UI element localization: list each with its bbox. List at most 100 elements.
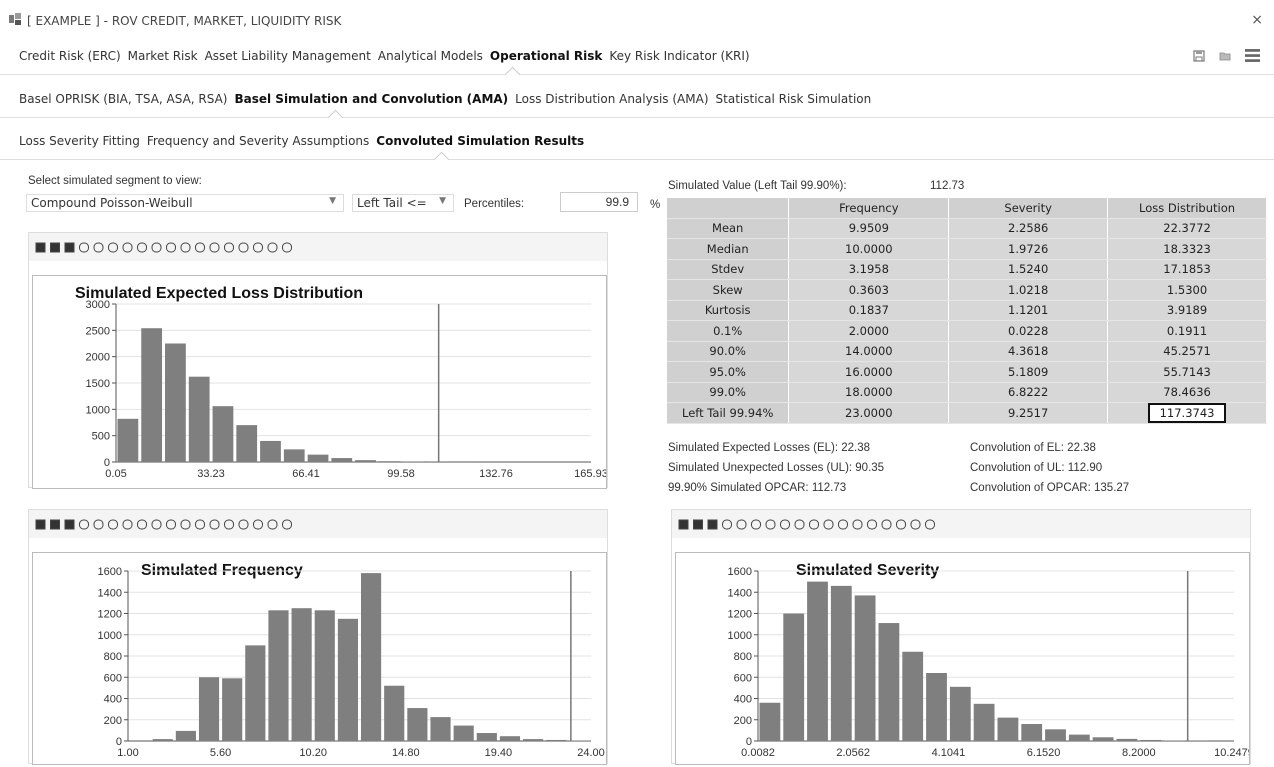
2d-icon[interactable]	[239, 243, 248, 252]
save-icon[interactable]	[1193, 50, 1205, 62]
tab-key-risk-indicator-kri[interactable]: Key Risk Indicator (KRI)	[609, 49, 749, 63]
chart-icon[interactable]	[824, 520, 833, 529]
hand-icon[interactable]	[897, 520, 906, 529]
zoom-in-icon[interactable]	[123, 243, 132, 252]
tail-select[interactable]: Left Tail <= ▼	[352, 194, 454, 212]
y-tick-label: 800	[104, 651, 122, 663]
pan-icon[interactable]	[723, 520, 732, 529]
table-row: 90.0%14.00004.361845.2571	[667, 341, 1267, 362]
open-icon[interactable]	[36, 520, 45, 529]
row-label: Left Tail 99.94%	[667, 403, 789, 424]
settings-icon[interactable]	[268, 243, 277, 252]
copy-image-icon[interactable]	[65, 243, 74, 252]
2d-icon[interactable]	[882, 520, 891, 529]
tab-operational-risk[interactable]: Operational Risk	[490, 49, 602, 63]
layout-icon[interactable]	[210, 520, 219, 529]
histogram-bar	[284, 449, 305, 462]
tab-credit-risk-erc[interactable]: Credit Risk (ERC)	[19, 49, 121, 63]
pan-y-icon[interactable]	[109, 243, 118, 252]
save-icon[interactable]	[51, 520, 60, 529]
chart-icon[interactable]	[196, 520, 205, 529]
severity-chart[interactable]: Simulated Severity0200400600800100012001…	[675, 552, 1250, 765]
table-row: 0.1%2.00000.02280.1911	[667, 321, 1267, 342]
histogram-bar	[260, 441, 281, 462]
frequency-chart[interactable]: Simulated Frequency020040060080010001200…	[32, 552, 607, 765]
pan-x-icon[interactable]	[94, 520, 103, 529]
chart-icon[interactable]	[181, 520, 190, 529]
histogram-bar	[213, 406, 234, 462]
chart-icon[interactable]	[181, 243, 190, 252]
row-label: 95.0%	[667, 362, 789, 383]
menu-icon[interactable]	[1245, 48, 1260, 63]
2d-icon[interactable]	[239, 520, 248, 529]
open-icon[interactable]	[36, 243, 45, 252]
tab-asset-liability-management[interactable]: Asset Liability Management	[205, 49, 371, 63]
copy-image-icon[interactable]	[708, 520, 717, 529]
percentiles-input[interactable]: 99.9	[560, 192, 638, 212]
y-tick-label: 1000	[728, 630, 752, 642]
result-tab-loss-severity-fitting[interactable]: Loss Severity Fitting	[19, 134, 140, 148]
x-tick-label: 0.05	[105, 468, 126, 480]
open-folder-icon[interactable]	[1219, 50, 1231, 62]
frequency-cell: 0.1837	[789, 300, 949, 321]
save-icon[interactable]	[694, 520, 703, 529]
pan-y-icon[interactable]	[109, 520, 118, 529]
save-icon[interactable]	[51, 243, 60, 252]
layout-icon[interactable]	[225, 243, 234, 252]
result-tab-frequency-and-severity-assumptions[interactable]: Frequency and Severity Assumptions	[147, 134, 369, 148]
segment-select[interactable]: Compound Poisson-Weibull ▼	[26, 194, 344, 212]
subtab-basel-oprisk-bia-tsa-asa-rsa[interactable]: Basel OPRISK (BIA, TSA, ASA, RSA)	[19, 92, 227, 106]
sim-value: 112.73	[930, 180, 964, 192]
layout-icon[interactable]	[225, 520, 234, 529]
histogram-bar	[189, 377, 210, 462]
x-tick-label: 2.0562	[836, 747, 870, 759]
hand-icon[interactable]	[254, 520, 263, 529]
layout-icon[interactable]	[868, 520, 877, 529]
copy-image-icon[interactable]	[65, 520, 74, 529]
zoom-out-icon[interactable]	[138, 520, 147, 529]
chart-icon[interactable]	[196, 243, 205, 252]
settings-icon[interactable]	[911, 520, 920, 529]
zoom-out-icon[interactable]	[781, 520, 790, 529]
axis-icon[interactable]	[152, 243, 161, 252]
axis-icon[interactable]	[167, 243, 176, 252]
axis-icon[interactable]	[795, 520, 804, 529]
axis-icon[interactable]	[152, 520, 161, 529]
row-label: Kurtosis	[667, 300, 789, 321]
subtab-statistical-risk-simulation[interactable]: Statistical Risk Simulation	[716, 92, 872, 106]
frequency-cell: 2.0000	[789, 321, 949, 342]
reset-icon[interactable]	[926, 520, 935, 529]
severity-cell: 0.0228	[949, 321, 1108, 342]
pan-y-icon[interactable]	[752, 520, 761, 529]
tab-pointer	[328, 110, 344, 126]
percent-sign: %	[650, 199, 660, 211]
layout-icon[interactable]	[853, 520, 862, 529]
x-tick-label: 66.41	[292, 468, 320, 480]
axis-icon[interactable]	[167, 520, 176, 529]
layout-icon[interactable]	[210, 243, 219, 252]
subtab-basel-simulation-and-convolution-ama[interactable]: Basel Simulation and Convolution (AMA)	[234, 92, 508, 106]
open-icon[interactable]	[679, 520, 688, 529]
pan-x-icon[interactable]	[737, 520, 746, 529]
axis-icon[interactable]	[810, 520, 819, 529]
close-button[interactable]: ×	[1251, 12, 1263, 28]
pan-icon[interactable]	[80, 520, 89, 529]
segment-select-value: Compound Poisson-Weibull	[31, 196, 193, 210]
pan-x-icon[interactable]	[94, 243, 103, 252]
pan-icon[interactable]	[80, 243, 89, 252]
zoom-out-icon[interactable]	[138, 243, 147, 252]
tab-market-risk[interactable]: Market Risk	[128, 49, 198, 63]
zoom-in-icon[interactable]	[123, 520, 132, 529]
loss-distribution-chart[interactable]: Simulated Expected Loss Distribution0500…	[32, 275, 607, 489]
result-tab-convoluted-simulation-results[interactable]: Convoluted Simulation Results	[376, 134, 584, 148]
zoom-in-icon[interactable]	[766, 520, 775, 529]
severity-cell: 6.8222	[949, 382, 1108, 403]
reset-icon[interactable]	[283, 520, 292, 529]
chart-icon[interactable]	[839, 520, 848, 529]
settings-icon[interactable]	[268, 520, 277, 529]
histogram-bar	[199, 677, 219, 741]
tab-analytical-models[interactable]: Analytical Models	[378, 49, 483, 63]
subtab-loss-distribution-analysis-ama[interactable]: Loss Distribution Analysis (AMA)	[515, 92, 708, 106]
hand-icon[interactable]	[254, 243, 263, 252]
reset-icon[interactable]	[283, 243, 292, 252]
